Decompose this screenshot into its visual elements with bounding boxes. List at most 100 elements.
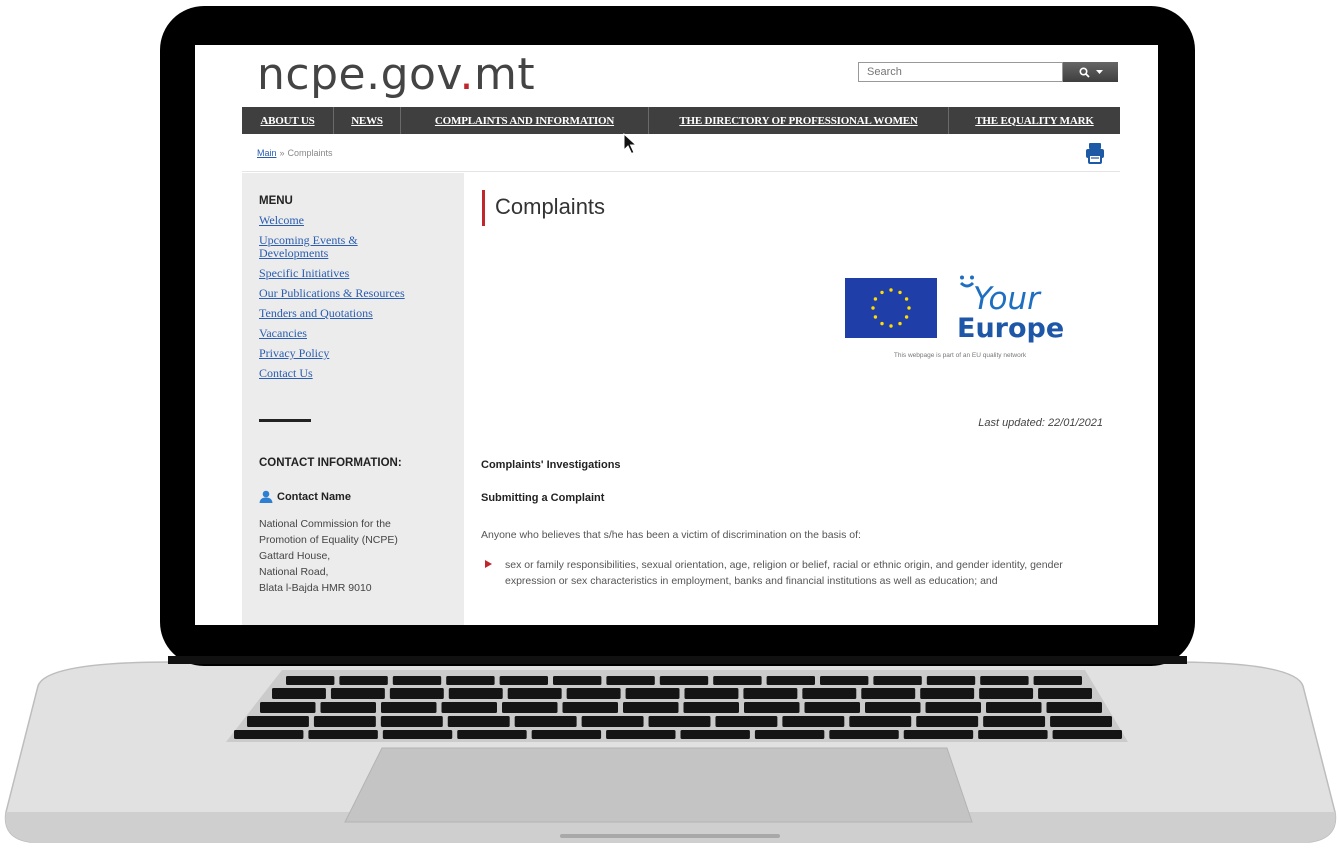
keyboard-key <box>1050 716 1112 727</box>
your-europe-logo[interactable]: Your Europe <box>845 275 1075 350</box>
intro-paragraph: Anyone who believes that s/he has been a… <box>481 529 861 541</box>
eu-star <box>904 297 909 301</box>
keyboard-key <box>320 702 376 713</box>
logo-europe-text: Europe <box>957 313 1064 344</box>
keyboard-key <box>648 716 711 727</box>
breadcrumb-current: Complaints <box>287 147 333 158</box>
nav-item-directory[interactable]: THE DIRECTORY OF PROFESSIONAL WOMEN <box>649 107 949 134</box>
nav-item-news[interactable]: NEWS <box>334 107 401 134</box>
keyboard-key <box>606 730 676 739</box>
address-line: National Commission for the <box>259 518 391 530</box>
keyboard-key <box>382 730 453 739</box>
keyboard-key <box>392 676 442 685</box>
sidebar-menu: Welcome Upcoming Events & Developments S… <box>259 214 454 387</box>
keyboard-key <box>979 688 1034 699</box>
address-line: Promotion of Equality (NCPE) <box>259 534 398 546</box>
sidebar-item-contact-us[interactable]: Contact Us <box>259 367 454 380</box>
keyboard-key <box>562 702 618 713</box>
keyboard-key <box>381 702 437 713</box>
keyboard-key <box>553 676 602 685</box>
logo-prefix: ncpe.gov <box>257 49 460 100</box>
contact-name-label: Contact Name <box>277 490 351 503</box>
keyboard-key <box>457 730 527 739</box>
heading-investigations: Complaints' Investigations <box>481 459 621 471</box>
nav-item-about-us[interactable]: ABOUT US <box>242 107 334 134</box>
keyboard-key <box>606 676 655 685</box>
keyboard-key <box>447 716 510 727</box>
bullet-item: sex or family responsibilities, sexual o… <box>505 559 1063 587</box>
keyboard-key <box>1052 730 1122 739</box>
address-line: National Road, <box>259 566 329 578</box>
keyboard-key <box>441 702 497 713</box>
chevron-down-icon <box>1095 69 1103 74</box>
logo-suffix: mt <box>474 49 536 100</box>
keyboard-key <box>916 716 979 727</box>
keyboard-key <box>260 702 316 713</box>
breadcrumb-home[interactable]: Main <box>257 148 277 158</box>
sidebar-item-upcoming-events[interactable]: Upcoming Events & Developments <box>259 234 404 260</box>
keyboard-key <box>499 676 548 685</box>
eu-star <box>873 297 878 301</box>
keyboard-key <box>1046 702 1102 713</box>
eu-star <box>873 315 878 319</box>
keyboard-key <box>313 716 376 727</box>
keyboard-key <box>625 688 680 699</box>
keyboard-key <box>743 688 798 699</box>
keyboard-key <box>330 688 385 699</box>
keyboard-key <box>448 688 503 699</box>
eu-star <box>889 324 893 328</box>
menu-heading: MENU <box>259 195 293 207</box>
keyboard-key <box>234 730 304 739</box>
keyboard-key <box>849 716 912 727</box>
keyboard-key <box>983 716 1046 727</box>
main-navigation: ABOUT US NEWS COMPLAINTS AND INFORMATION… <box>242 107 1120 134</box>
sidebar-item-vacancies[interactable]: Vacancies <box>259 327 454 340</box>
eu-star <box>880 290 884 295</box>
sidebar-item-publications[interactable]: Our Publications & Resources <box>259 287 454 300</box>
person-icon <box>259 490 273 503</box>
keyboard-key <box>389 688 444 699</box>
contact-name: Contact Name <box>259 490 351 503</box>
keyboard-key <box>925 702 981 713</box>
print-icon[interactable] <box>1085 142 1105 164</box>
eu-star <box>898 290 902 295</box>
keyboard-key <box>754 730 825 739</box>
sidebar-item-privacy-policy[interactable]: Privacy Policy <box>259 347 454 360</box>
sidebar: MENU Welcome Upcoming Events & Developme… <box>242 173 464 625</box>
sidebar-item-tenders[interactable]: Tenders and Quotations <box>259 307 454 320</box>
address-line: Blata l-Bajda HMR 9010 <box>259 582 372 594</box>
sidebar-item-welcome[interactable]: Welcome <box>259 214 454 227</box>
logo-your-text: Your <box>973 281 1042 317</box>
mouse-cursor-icon <box>623 133 638 155</box>
contact-heading: CONTACT INFORMATION: <box>259 457 402 469</box>
keyboard-key <box>446 676 495 685</box>
address-line: Gattard House, <box>259 550 331 562</box>
keyboard-key <box>308 730 378 739</box>
breadcrumb: Main » Complaints <box>242 134 1120 172</box>
search-input[interactable] <box>858 62 1063 82</box>
eu-star <box>898 321 902 326</box>
keyboard-key <box>920 688 975 699</box>
keyboard-key <box>804 702 860 713</box>
nav-item-equality-mark[interactable]: THE EQUALITY MARK <box>949 107 1120 134</box>
keyboard-key <box>1033 676 1082 685</box>
nav-item-complaints[interactable]: COMPLAINTS AND INFORMATION <box>401 107 649 134</box>
keyboard-key <box>380 716 443 727</box>
site-logo[interactable]: ncpe.gov.mt <box>257 49 535 100</box>
search-button[interactable] <box>1063 62 1118 82</box>
keyboard-key <box>820 676 869 685</box>
keyboard-key <box>980 676 1029 685</box>
sidebar-item-specific-initiatives[interactable]: Specific Initiatives <box>259 267 454 280</box>
eu-star <box>871 306 875 310</box>
keyboard-key <box>502 702 558 713</box>
keyboard-key <box>272 688 326 699</box>
search-icon <box>1078 66 1090 78</box>
keyboard-key <box>865 702 921 713</box>
keyboard-key <box>744 702 800 713</box>
browser-screen: ncpe.gov.mt ABOUT US NEWS COMPLAINTS AND… <box>195 45 1158 625</box>
keyboard-key <box>1038 688 1092 699</box>
title-accent-bar <box>482 190 485 226</box>
heading-submitting: Submitting a Complaint <box>481 492 605 504</box>
keyboard-key <box>715 716 778 727</box>
keyboard-key <box>581 716 644 727</box>
